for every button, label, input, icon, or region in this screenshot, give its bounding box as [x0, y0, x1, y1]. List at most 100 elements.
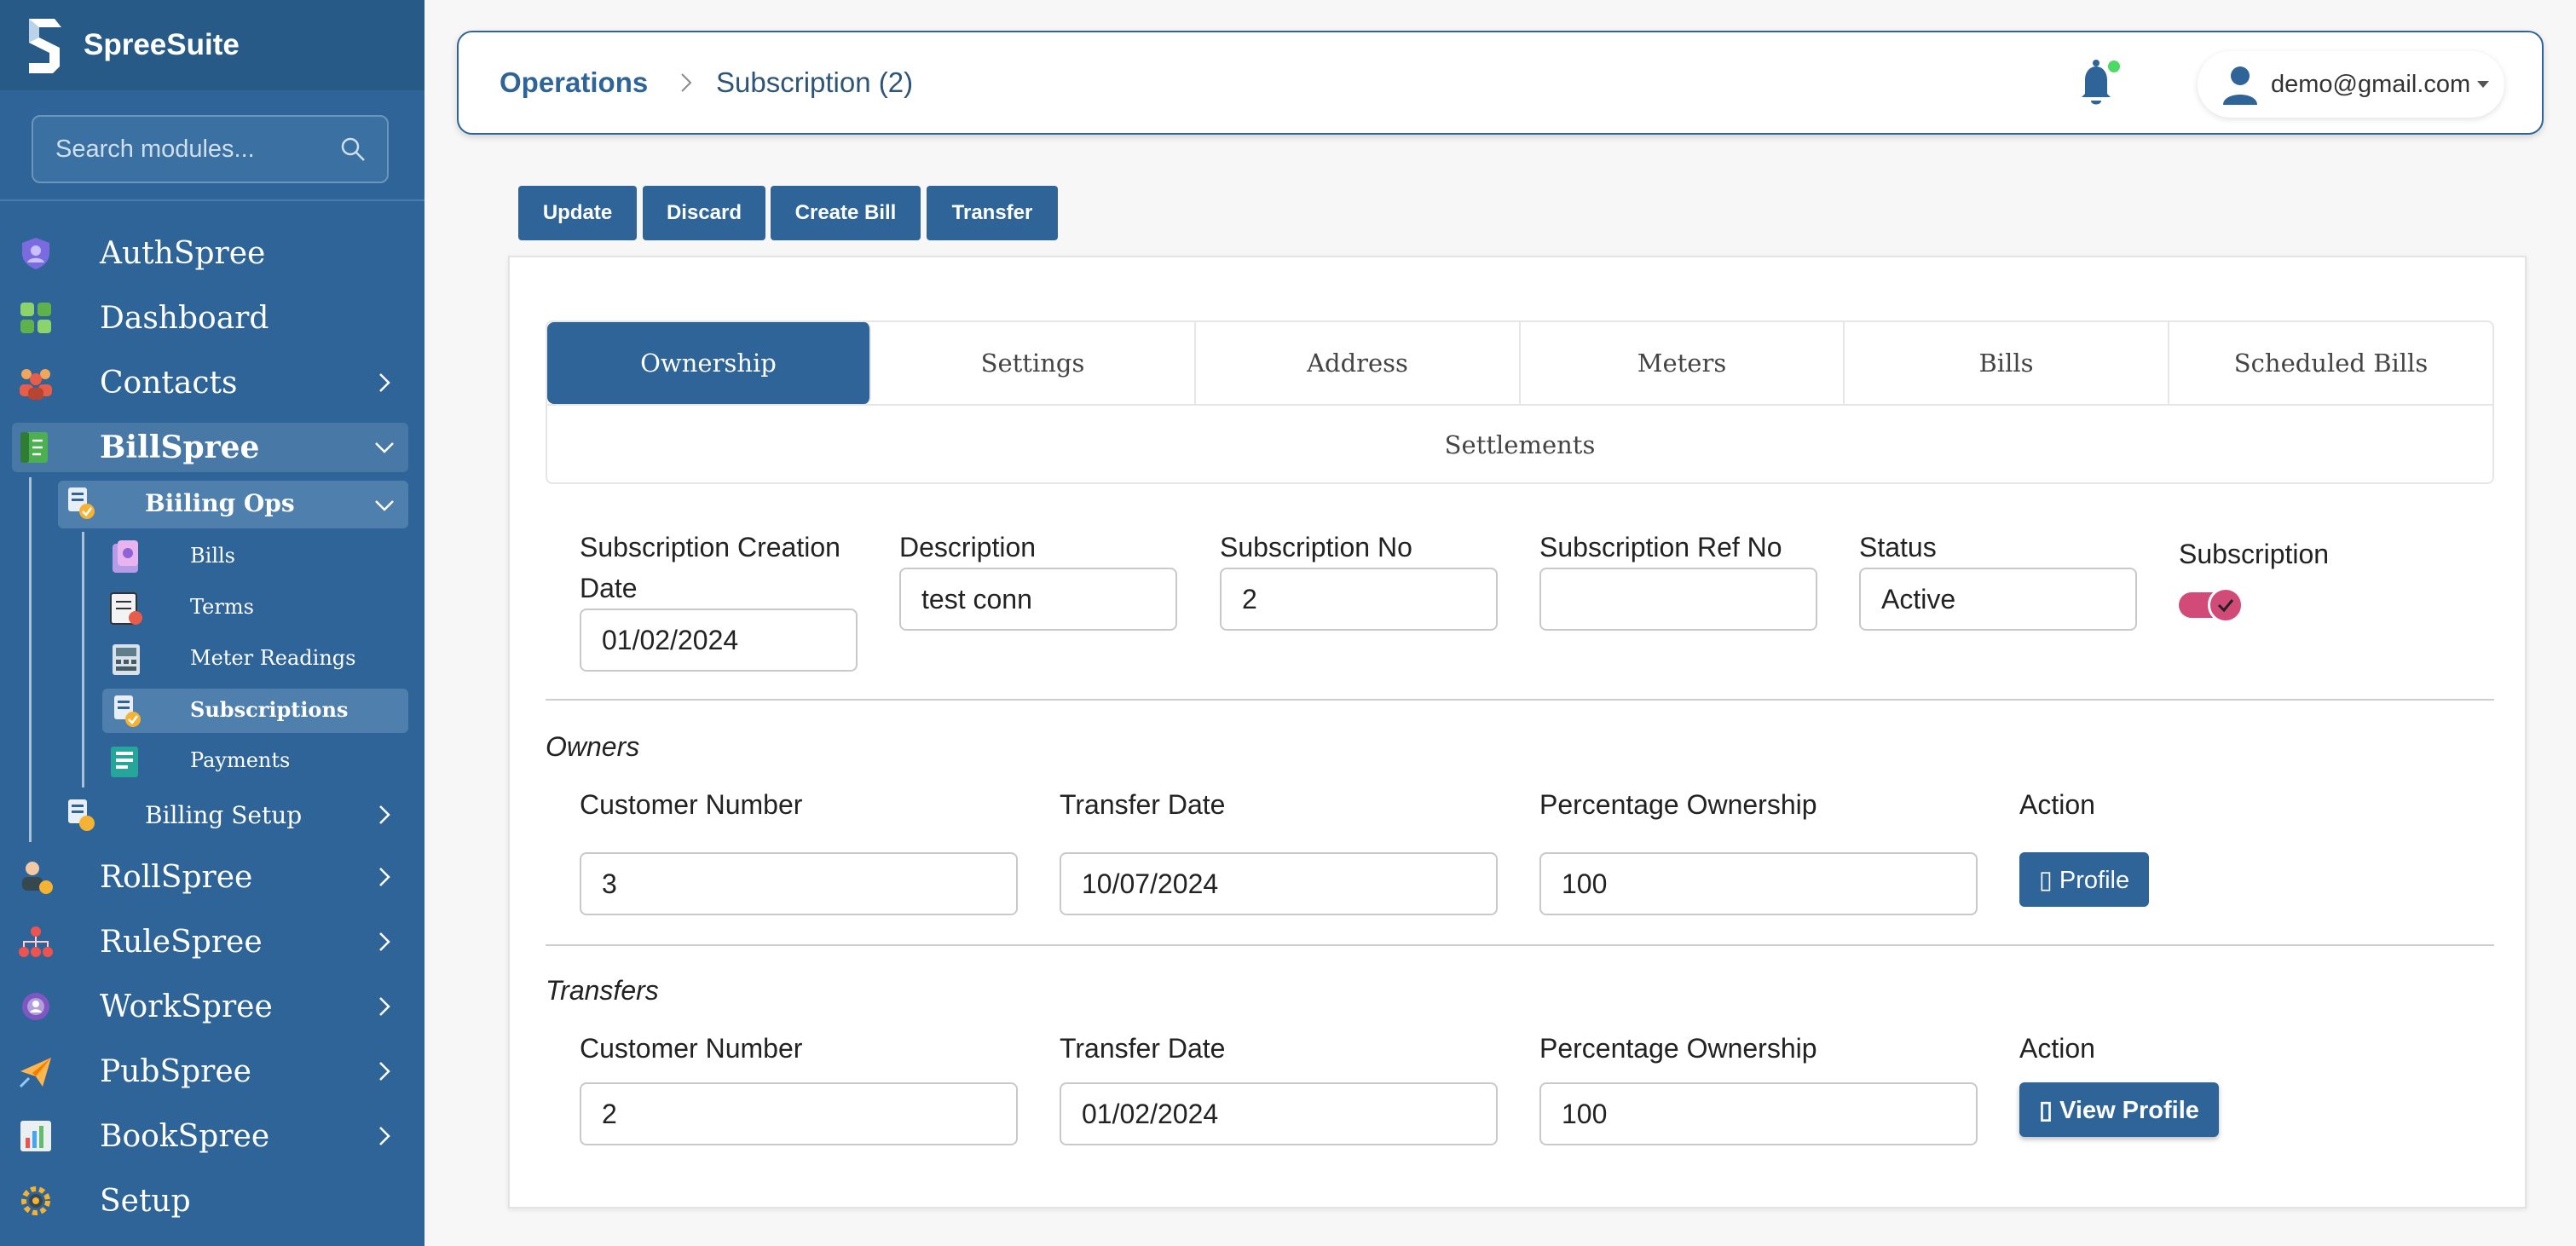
- section-divider: [546, 944, 2494, 946]
- sidebar-item-label: AuthSpree: [100, 235, 266, 271]
- chevron-right-icon[interactable]: [373, 1060, 396, 1082]
- bill-document-icon: [15, 427, 56, 468]
- caret-down-icon: [2477, 81, 2490, 88]
- subscriptions-icon: [114, 695, 141, 727]
- transfer-pct-field[interactable]: 100: [1539, 1082, 1978, 1145]
- status-field[interactable]: Active: [1859, 568, 2137, 631]
- chevron-right-icon[interactable]: [373, 866, 396, 888]
- sidebar-divider: [0, 199, 425, 201]
- update-button[interactable]: Update: [518, 186, 637, 240]
- chevron-right-icon[interactable]: [373, 1125, 396, 1147]
- sidebar-item-label: Setup: [100, 1183, 191, 1219]
- sidebar-item-label: PubSpree: [100, 1053, 251, 1089]
- toggle-check-icon: [2208, 587, 2244, 623]
- tree-line: [82, 532, 84, 787]
- owners-header-action: Action: [2019, 789, 2095, 820]
- spreesuite-logo-icon: [29, 19, 61, 73]
- dashboard-tiles-icon: [15, 297, 56, 338]
- creation-date-label: Subscription Creation Date: [580, 532, 840, 603]
- app-name: SpreeSuite: [84, 28, 240, 61]
- discard-button[interactable]: Discard: [643, 186, 765, 240]
- sidebar-item-contacts[interactable]: Contacts: [0, 355, 425, 411]
- contacts-group-icon: [15, 362, 56, 403]
- sidebar-item-label: BookSpree: [100, 1118, 270, 1154]
- tab-settlements[interactable]: Settlements: [547, 404, 2492, 486]
- tab-bar: Ownership Settings Address Meters Bills …: [546, 320, 2494, 484]
- sidebar-item-authspree[interactable]: AuthSpree: [0, 225, 425, 281]
- sidebar-item-label: WorkSpree: [100, 989, 273, 1024]
- module-search[interactable]: Search modules...: [32, 115, 389, 183]
- sidebar-item-dashboard[interactable]: Dashboard: [0, 290, 425, 346]
- hierarchy-icon: [15, 921, 56, 962]
- paper-plane-icon: [15, 1051, 56, 1092]
- subscription-toggle[interactable]: [2179, 587, 2244, 623]
- sidebar-item-billspree[interactable]: BillSpree: [0, 419, 425, 476]
- terms-icon: [110, 592, 142, 625]
- sidebar-item-label: Contacts: [100, 365, 238, 401]
- payments-icon: [111, 747, 138, 777]
- chevron-right-icon[interactable]: [373, 931, 396, 953]
- owner-date-field[interactable]: 10/07/2024: [1060, 852, 1498, 915]
- sidebar-item-label: Dashboard: [100, 300, 269, 336]
- owner-customer-field[interactable]: 3: [580, 852, 1018, 915]
- breadcrumb-current: Subscription (2): [716, 66, 914, 98]
- description-label: Description: [899, 532, 1037, 562]
- sidebar-subitem-payments[interactable]: Payments: [190, 748, 290, 772]
- transfers-title: Transfers: [546, 975, 659, 1006]
- tab-settings[interactable]: Settings: [871, 322, 1196, 404]
- create-bill-button[interactable]: Create Bill: [771, 186, 921, 240]
- breadcrumb-root[interactable]: Operations: [500, 66, 648, 99]
- subscription-ref-no-label: Subscription Ref No: [1539, 532, 1782, 562]
- subscription-ref-no-field[interactable]: [1539, 568, 1817, 631]
- sidebar-subitem-terms[interactable]: Terms: [190, 595, 254, 619]
- sidebar-subitem-bills[interactable]: Bills: [190, 544, 235, 568]
- description-field[interactable]: test conn: [899, 568, 1177, 631]
- notification-bell-icon[interactable]: [2068, 56, 2124, 112]
- tab-ownership[interactable]: Ownership: [547, 322, 871, 404]
- transfer-button[interactable]: Transfer: [927, 186, 1058, 240]
- tab-meters[interactable]: Meters: [1521, 322, 1845, 404]
- chevron-down-icon[interactable]: [373, 436, 396, 459]
- tab-address[interactable]: Address: [1196, 322, 1521, 404]
- transfers-header-date: Transfer Date: [1060, 1033, 1226, 1064]
- sidebar-subitem-meter-readings[interactable]: Meter Readings: [190, 646, 355, 670]
- chevron-right-icon[interactable]: [373, 995, 396, 1018]
- owner-pct-field[interactable]: 100: [1539, 852, 1978, 915]
- meter-readings-icon: [113, 644, 140, 675]
- subscription-no-field[interactable]: 2: [1220, 568, 1498, 631]
- ledger-chart-icon: [15, 1116, 56, 1157]
- tab-bills[interactable]: Bills: [1845, 322, 2169, 404]
- user-avatar-icon: [2223, 66, 2257, 105]
- subscription-card: Ownership Settings Address Meters Bills …: [508, 256, 2527, 1209]
- transfer-view-profile-button[interactable]: ▯ View Profile: [2019, 1082, 2219, 1137]
- tab-scheduled-bills[interactable]: Scheduled Bills: [2169, 322, 2492, 404]
- sidebar-item-rulespree[interactable]: RuleSpree: [0, 914, 425, 970]
- sidebar-item-bookspree[interactable]: BookSpree: [0, 1108, 425, 1164]
- shield-user-icon: [15, 233, 56, 274]
- sidebar-item-workspree[interactable]: WorkSpree: [0, 978, 425, 1035]
- chevron-right-icon[interactable]: [373, 804, 396, 826]
- sidebar-item-rollspree[interactable]: RollSpree: [0, 849, 425, 905]
- subgroup-billing-setup[interactable]: Billing Setup: [145, 801, 302, 829]
- owners-header-pct: Percentage Ownership: [1539, 789, 1817, 820]
- chevron-right-icon[interactable]: [373, 372, 396, 394]
- chevron-down-icon[interactable]: [373, 494, 396, 516]
- creation-date-field[interactable]: 01/02/2024: [580, 609, 858, 672]
- sidebar-item-label: RollSpree: [100, 859, 253, 895]
- subscription-no-label: Subscription No: [1220, 532, 1412, 562]
- sidebar-item-pubspree[interactable]: PubSpree: [0, 1043, 425, 1099]
- top-header: Operations Subscription (2) demo@gmail.c…: [457, 31, 2544, 135]
- subgroup-billing-ops[interactable]: Biiling Ops: [145, 489, 295, 517]
- owner-profile-button[interactable]: ▯ Profile: [2019, 852, 2149, 907]
- transfer-customer-field[interactable]: 2: [580, 1082, 1018, 1145]
- user-menu[interactable]: demo@gmail.com: [2198, 51, 2504, 118]
- sidebar-subitem-subscriptions[interactable]: Subscriptions: [190, 697, 348, 722]
- bills-icon: [113, 540, 138, 573]
- transfers-header-action: Action: [2019, 1033, 2095, 1064]
- search-icon[interactable]: [339, 136, 367, 163]
- transfer-date-field[interactable]: 01/02/2024: [1060, 1082, 1498, 1145]
- sidebar-item-setup[interactable]: Setup: [0, 1173, 425, 1229]
- section-divider: [546, 699, 2494, 701]
- person-coin-icon: [15, 857, 56, 897]
- search-input[interactable]: Search modules...: [55, 136, 339, 164]
